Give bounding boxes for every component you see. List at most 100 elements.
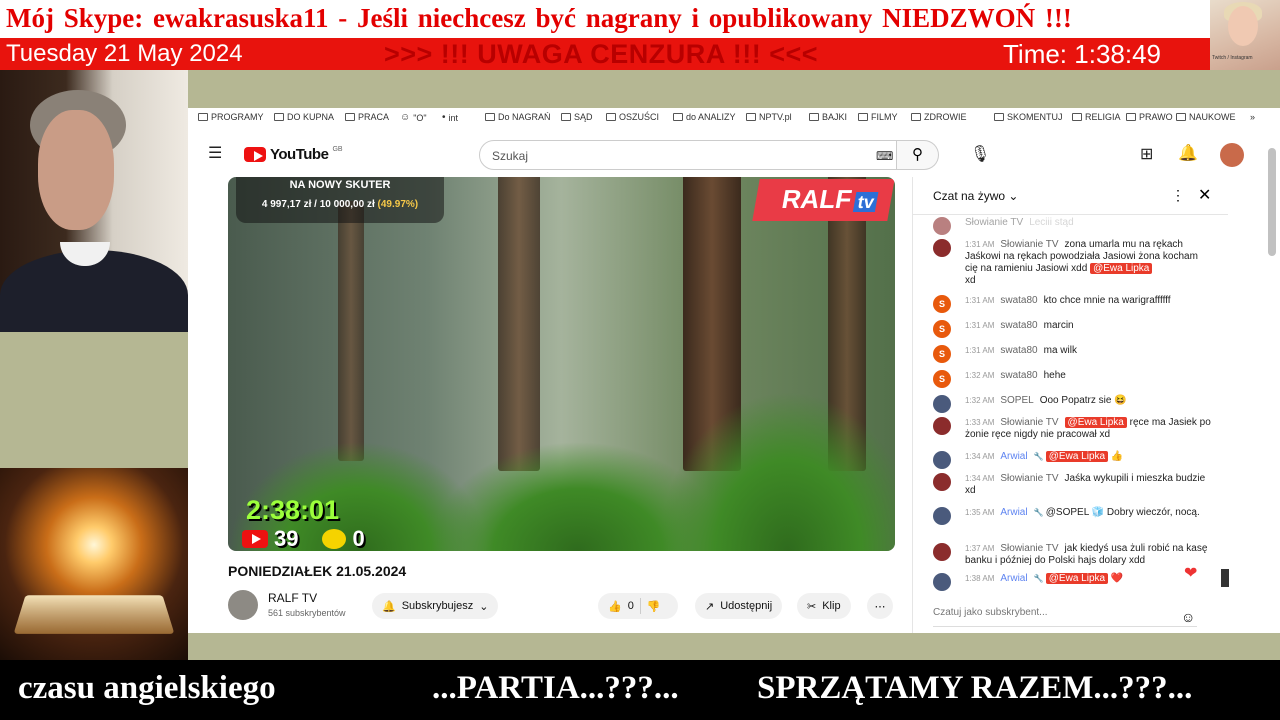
chat-avatar[interactable]: S <box>933 370 951 388</box>
chat-author[interactable]: Słowianie TV <box>1000 417 1058 428</box>
hamburger-menu-icon[interactable]: ☰ <box>208 144 222 164</box>
chat-author[interactable]: Słowianie TV <box>965 217 1023 228</box>
chat-avatar[interactable] <box>933 239 951 257</box>
chat-input[interactable]: Czatuj jako subskrybent... <box>933 607 1197 627</box>
bookmark-4[interactable]: • int <box>442 112 458 123</box>
notifications-bell-icon[interactable]: 🔔 <box>1178 144 1198 164</box>
subscribe-button[interactable]: 🔔 Subskrybujesz ⌄ <box>372 593 499 619</box>
close-icon[interactable]: ✕ <box>1198 185 1211 205</box>
like-dislike-button[interactable]: 👍 0 👎 <box>598 593 678 619</box>
bookmark-5[interactable]: Do NAGRAŃ <box>485 112 551 122</box>
like-count: 0 <box>627 600 634 612</box>
chat-message: 1:31 AM Słowianie TV zona umarla mu na ręk… <box>933 239 1213 287</box>
chat-text: 👍 <box>1110 451 1124 462</box>
clip-button[interactable]: ✂ Klip <box>797 593 851 619</box>
chat-avatar[interactable] <box>933 473 951 491</box>
chat-mention[interactable]: @Ewa Lipka <box>1090 263 1153 274</box>
account-avatar[interactable] <box>1220 143 1244 167</box>
ticker-item-3: SPRZĄTAMY RAZEM...???... <box>757 670 1193 706</box>
share-button[interactable]: ↗ Udostępnij <box>695 593 783 619</box>
bookmark-13[interactable]: SKOMENTUJ <box>994 112 1063 122</box>
thumbs-up-icon[interactable]: 👍 <box>608 600 622 613</box>
chat-avatar[interactable] <box>933 395 951 413</box>
channel-name[interactable]: RALF TV <box>268 591 317 605</box>
bookmark-label: ZDROWIE <box>924 112 967 122</box>
keyboard-icon[interactable]: ⌨ <box>876 146 893 166</box>
chat-avatar[interactable]: S <box>933 320 951 338</box>
bookmark-9[interactable]: NPTV.pl <box>746 112 792 122</box>
chat-avatar[interactable] <box>933 417 951 435</box>
chat-avatar[interactable] <box>933 217 951 235</box>
folder-icon <box>1072 113 1082 121</box>
microphone-icon[interactable]: 🎙 <box>970 145 990 165</box>
chat-author[interactable]: Słowianie TV <box>1000 473 1058 484</box>
bookmark-label: PROGRAMY <box>211 112 264 122</box>
moderator-wrench-icon: 🔧 <box>1033 452 1046 461</box>
chat-author[interactable]: swata80 <box>1000 345 1037 356</box>
stream-timer: 2:38:01 <box>246 495 340 525</box>
chat-avatar[interactable] <box>933 573 951 591</box>
more-actions-button[interactable]: ⋯ <box>867 593 893 619</box>
youtube-play-icon <box>244 147 266 162</box>
chat-author[interactable]: Słowianie TV <box>1000 543 1058 554</box>
video-player[interactable]: NA NOWY SKUTER 4 997,17 zł / 10 000,00 z… <box>228 177 895 551</box>
chat-message: S 1:32 AM swata80 hehe <box>933 370 1213 388</box>
heart-reaction-icon[interactable]: ❤ <box>1184 563 1197 583</box>
create-video-icon[interactable]: ⊞ <box>1140 145 1153 165</box>
bookmark-2[interactable]: PRACA <box>345 112 389 122</box>
region-code: GB <box>332 146 343 153</box>
chat-avatar[interactable] <box>933 507 951 525</box>
thumbs-down-icon[interactable]: 👎 <box>647 600 661 613</box>
search-input[interactable]: Szukaj <box>479 140 897 170</box>
chat-timestamp: 1:31 AM <box>965 296 995 305</box>
chat-text: xd <box>965 275 976 286</box>
chat-timestamp: 1:35 AM <box>965 508 995 517</box>
chat-mention[interactable]: @Ewa Lipka <box>1045 573 1109 584</box>
chat-avatar[interactable]: S <box>933 345 951 363</box>
chat-message: S 1:31 AM swata80 marcin <box>933 320 1213 338</box>
channel-row: RALF TV 561 subskrybentów 🔔 Subskrybujes… <box>228 588 895 624</box>
bookmark-10[interactable]: BAJKI <box>809 112 847 122</box>
bookmark-11[interactable]: FILMY <box>858 112 898 122</box>
chat-avatar[interactable] <box>933 451 951 469</box>
live-chat-panel: Czat na żywo ⌄ ⋮ ✕ Słowianie TV Leciii st… <box>912 177 1229 633</box>
chat-author[interactable]: Arwial <box>1000 507 1027 518</box>
chat-author[interactable]: Arwial <box>1000 573 1027 584</box>
more-bookmarks-icon[interactable]: » <box>1250 112 1255 122</box>
folder-icon <box>673 113 683 121</box>
youtube-logo[interactable]: YouTube GB <box>244 146 343 163</box>
bookmark-8[interactable]: do ANALIZY <box>673 112 736 122</box>
chat-mention[interactable]: @Ewa Lipka <box>1064 417 1127 428</box>
emoji-picker-icon[interactable]: ☺ <box>1181 609 1195 625</box>
bookmark-16[interactable]: NAUKOWE <box>1176 112 1236 122</box>
chat-author[interactable]: SOPEL <box>1000 395 1033 406</box>
chat-avatar[interactable] <box>933 543 951 561</box>
chat-avatar[interactable]: S <box>933 295 951 313</box>
chat-text: marcin <box>1043 320 1074 331</box>
chat-author[interactable]: swata80 <box>1000 370 1037 381</box>
chat-scrollbar[interactable] <box>1221 569 1229 587</box>
bookmark-6[interactable]: SĄD <box>561 112 593 122</box>
chat-mention[interactable]: @Ewa Lipka <box>1045 451 1109 462</box>
censorship-warning: >>> !!! UWAGA CENZURA !!! <<< <box>384 39 819 69</box>
bookmark-12[interactable]: ZDROWIE <box>911 112 967 122</box>
chat-mode-dropdown[interactable]: Czat na żywo ⌄ <box>933 189 1018 203</box>
chat-menu-icon[interactable]: ⋮ <box>1171 187 1185 204</box>
page-scrollbar[interactable] <box>1268 148 1276 256</box>
bookmark-label: int <box>448 112 459 123</box>
stream-clock: Time: 1:38:49 <box>1003 39 1162 69</box>
bookmark-1[interactable]: DO KUPNA <box>274 112 334 122</box>
chat-timestamp: 1:34 AM <box>965 452 995 461</box>
bookmark-15[interactable]: PRAWO <box>1126 112 1173 122</box>
folder-icon <box>345 113 355 121</box>
chat-author[interactable]: swata80 <box>1000 295 1037 306</box>
bookmark-0[interactable]: PROGRAMY <box>198 112 264 122</box>
bookmark-14[interactable]: RELIGIA <box>1072 112 1121 122</box>
chat-author[interactable]: Arwial <box>1000 451 1027 462</box>
bookmark-7[interactable]: OSZUŚCI <box>606 112 659 122</box>
chat-author[interactable]: Słowianie TV <box>1000 239 1058 250</box>
search-button[interactable]: ⚲ <box>897 140 939 170</box>
bookmark-3[interactable]: ☺ "O" <box>400 112 427 123</box>
chat-author[interactable]: swata80 <box>1000 320 1037 331</box>
channel-avatar[interactable] <box>228 590 258 620</box>
